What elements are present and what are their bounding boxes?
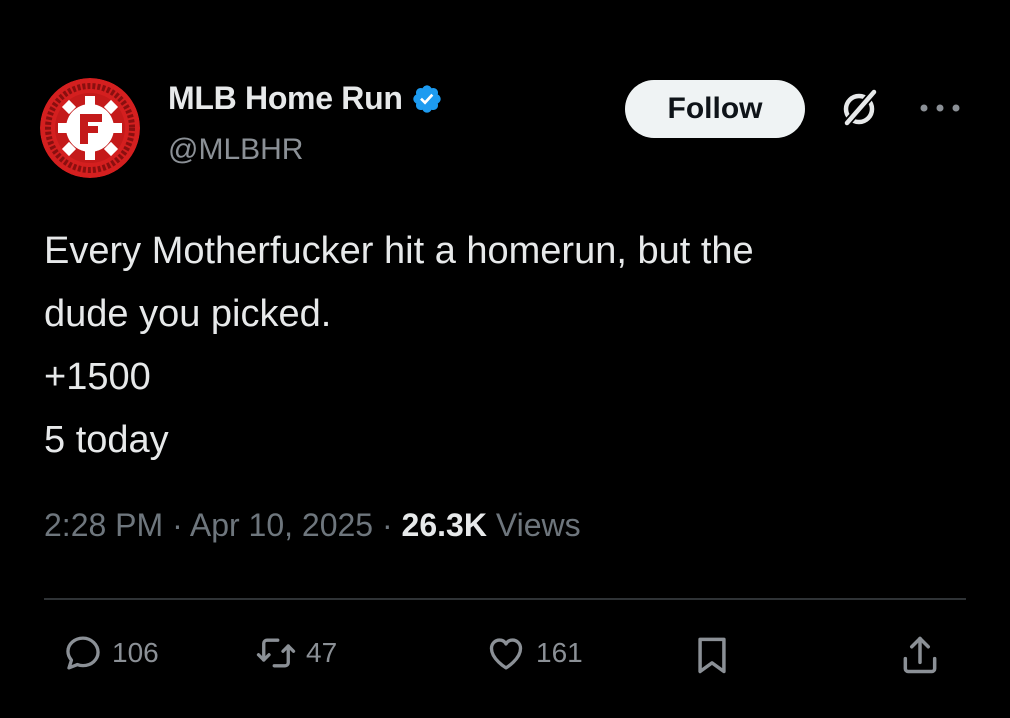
repost-button[interactable]: 47 xyxy=(254,632,337,674)
red-gear-logo-icon xyxy=(40,78,140,178)
views-label: Views xyxy=(495,507,581,543)
follow-button[interactable]: Follow xyxy=(625,80,805,138)
avatar[interactable] xyxy=(40,78,140,178)
tweet-line: 5 today xyxy=(44,419,169,461)
more-options-icon[interactable] xyxy=(918,100,962,116)
tweet-line: dude you picked. xyxy=(44,293,332,335)
reply-count: 106 xyxy=(112,637,159,668)
like-count: 161 xyxy=(536,637,583,668)
reply-icon xyxy=(66,636,100,670)
bookmark-icon xyxy=(698,637,726,674)
display-name[interactable]: MLB Home Run xyxy=(168,80,403,117)
share-icon xyxy=(903,636,937,674)
repost-icon xyxy=(256,638,296,668)
tweet-line: Every Motherfucker hit a homerun, but th… xyxy=(44,230,754,272)
meta-separator: · xyxy=(172,507,183,543)
verified-badge-icon[interactable] xyxy=(411,83,443,115)
reply-button[interactable]: 106 xyxy=(62,632,159,674)
like-button[interactable]: 161 xyxy=(484,632,583,674)
account-name-row: MLB Home Run xyxy=(168,80,443,117)
account-handle[interactable]: @MLBHR xyxy=(168,133,303,167)
grok-icon[interactable] xyxy=(838,86,882,130)
tweet-line: +1500 xyxy=(44,356,151,398)
divider xyxy=(44,598,966,600)
views-count: 26.3K xyxy=(401,507,487,543)
tweet-time[interactable]: 2:28 PM xyxy=(44,507,163,543)
heart-icon xyxy=(489,638,523,670)
share-button[interactable] xyxy=(898,632,942,678)
bookmark-button[interactable] xyxy=(690,632,734,678)
tweet-meta: 2:28 PM · Apr 10, 2025 · 26.3K Views xyxy=(44,507,581,544)
tweet-date[interactable]: Apr 10, 2025 xyxy=(190,507,373,543)
meta-separator: · xyxy=(381,507,393,543)
repost-count: 47 xyxy=(306,637,338,668)
tweet-text: Every Motherfucker hit a homerun, but th… xyxy=(44,220,964,472)
